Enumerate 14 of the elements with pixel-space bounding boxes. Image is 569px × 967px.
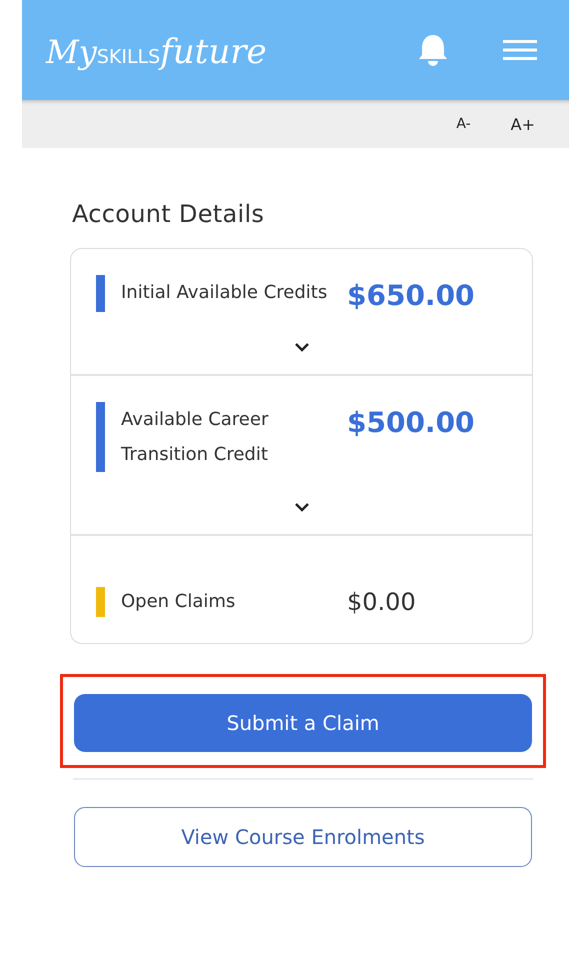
section-title: Account Details <box>72 200 266 228</box>
amount: $650.00 <box>347 279 475 312</box>
submit-button[interactable]: Submit a Claim <box>74 694 532 752</box>
logo: MySKILLSfuture <box>46 32 267 72</box>
chevron-icon[interactable] <box>294 342 310 352</box>
amount: $0.00 <box>347 588 416 616</box>
credit-label: Open Claims <box>121 590 236 614</box>
chevron-icon[interactable] <box>294 502 310 512</box>
decrease-font-button[interactable]: A- <box>456 116 471 132</box>
outline-button[interactable]: View Course Enrolments <box>74 807 532 867</box>
credit-label: Initial Available Credits <box>121 281 328 305</box>
credit-label: Available Career Transition Credit <box>121 408 270 467</box>
increase-font-button[interactable]: A+ <box>510 114 535 134</box>
amount: $500.00 <box>347 406 475 439</box>
